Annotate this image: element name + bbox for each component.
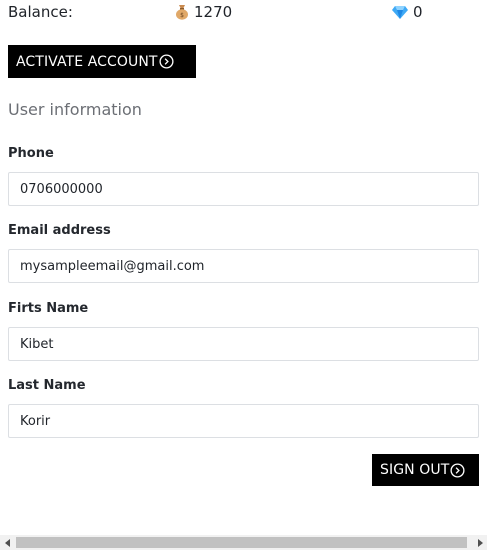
last-name-field[interactable]	[8, 404, 479, 438]
balance-label: Balance:	[8, 3, 73, 21]
scroll-right-icon[interactable]	[472, 535, 487, 550]
last-name-label: Last Name	[8, 378, 86, 393]
diamond-icon	[392, 5, 408, 19]
balance-bar: Balance: $ 1270 0	[8, 3, 487, 25]
money-bag-icon: $	[175, 4, 189, 20]
first-name-label: Firts Name	[8, 301, 89, 316]
sign-out-button[interactable]: SIGN OUT	[372, 454, 479, 486]
coin-balance: $ 1270	[175, 3, 232, 21]
first-name-field[interactable]	[8, 327, 479, 361]
scrollbar-thumb[interactable]	[16, 537, 467, 548]
section-title: User information	[8, 100, 142, 119]
sign-out-label: SIGN OUT	[380, 462, 450, 478]
scroll-left-icon[interactable]	[0, 535, 15, 550]
activate-account-button[interactable]: ACTIVATE ACCOUNT	[8, 45, 196, 78]
gem-balance: 0	[392, 3, 423, 21]
phone-field[interactable]	[8, 172, 479, 206]
circle-arrow-right-icon	[159, 54, 174, 69]
phone-label: Phone	[8, 146, 54, 161]
svg-text:$: $	[180, 12, 184, 19]
email-label: Email address	[8, 223, 111, 238]
gem-count: 0	[413, 3, 423, 21]
coin-count: 1270	[194, 3, 233, 21]
activate-account-label: ACTIVATE ACCOUNT	[16, 53, 158, 70]
circle-arrow-right-icon	[450, 462, 465, 478]
horizontal-scrollbar[interactable]	[0, 535, 487, 550]
email-field[interactable]	[8, 249, 479, 283]
profile-page: Balance: $ 1270 0 ACTIVATE ACCOUNT User …	[0, 0, 501, 551]
